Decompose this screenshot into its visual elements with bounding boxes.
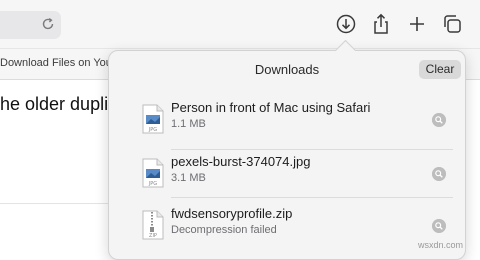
download-item-status: 3.1 MB [171, 172, 206, 184]
download-item-name: fwdsensoryprofile.zip [171, 206, 293, 221]
page-divider [0, 203, 110, 204]
downloads-popover: Downloads Clear JPG Person in front of M… [108, 50, 466, 260]
file-type-badge: JPG [148, 127, 157, 133]
reload-icon[interactable] [40, 16, 56, 32]
download-item-status: 1.1 MB [171, 118, 206, 130]
magnifier-icon[interactable] [432, 167, 446, 181]
jpg-file-icon: JPG [142, 158, 164, 188]
download-arrow-icon[interactable] [335, 12, 357, 36]
jpg-file-icon: JPG [142, 104, 164, 134]
download-item[interactable]: ZIP fwdsensoryprofile.zip Decompression … [109, 204, 465, 256]
tabs-icon[interactable] [441, 12, 463, 36]
download-item-name: pexels-burst-374074.jpg [171, 154, 311, 169]
download-item-name: Person in front of Mac using Safari [171, 100, 371, 115]
page-heading-fragment: he older duplic [0, 94, 118, 114]
file-type-badge: ZIP [149, 233, 157, 239]
share-icon[interactable] [370, 12, 392, 36]
favorites-item[interactable]: Download Files on You [0, 57, 112, 69]
clear-button[interactable]: Clear [419, 60, 461, 79]
magnifier-icon[interactable] [432, 219, 446, 233]
file-type-badge: JPG [148, 181, 157, 187]
download-item-status: Decompression failed [171, 224, 277, 236]
zip-file-icon: ZIP [142, 210, 164, 240]
watermark: wsxdn.com [418, 240, 464, 250]
magnifier-icon[interactable] [432, 113, 446, 127]
plus-icon[interactable] [406, 12, 428, 36]
browser-toolbar [0, 0, 480, 48]
item-divider [171, 197, 453, 198]
download-item[interactable]: JPG Person in front of Mac using Safari … [109, 98, 465, 150]
item-divider [171, 149, 453, 150]
popover-title: Downloads [254, 62, 320, 77]
